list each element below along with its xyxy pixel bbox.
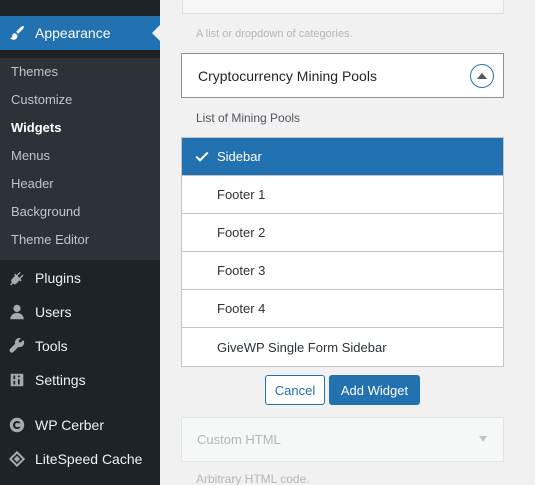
current-menu-arrow: [152, 25, 160, 41]
menu-litespeed-cache-label: LiteSpeed Cache: [35, 451, 143, 467]
submenu-background[interactable]: Background: [11, 204, 80, 219]
collapse-toggle-button[interactable]: [470, 64, 494, 88]
admin-sidebar: Appearance Themes Customize Widgets Menu…: [0, 0, 160, 485]
sidebar-option-label: Footer 2: [217, 225, 266, 240]
menu-wp-cerber[interactable]: WP Cerber: [0, 408, 160, 442]
sidebar-option-label: Sidebar: [217, 149, 262, 164]
cancel-button[interactable]: Cancel: [265, 375, 325, 405]
widget-description: List of Mining Pools: [196, 111, 301, 125]
menu-tools-label: Tools: [35, 338, 68, 354]
menu-appearance[interactable]: Appearance: [0, 16, 160, 50]
submenu-theme-editor[interactable]: Theme Editor: [11, 232, 89, 247]
settings-icon: [7, 370, 27, 390]
widgets-area: A list or dropdown of categories. Crypto…: [160, 0, 535, 485]
faded-widget-above-description: A list or dropdown of categories.: [196, 28, 353, 40]
submenu-widgets[interactable]: Widgets: [11, 120, 61, 135]
chevron-up-icon: [477, 73, 487, 79]
menu-litespeed-cache[interactable]: LiteSpeed Cache: [0, 442, 160, 476]
submenu-header[interactable]: Header: [11, 176, 54, 191]
menu-plugins-label: Plugins: [35, 270, 81, 286]
faded-widget-below-description: Arbitrary HTML code.: [196, 472, 310, 485]
faded-widget-title: Custom HTML: [197, 432, 281, 447]
submenu-menus[interactable]: Menus: [11, 148, 50, 163]
sidebar-option-footer-4[interactable]: Footer 4: [182, 290, 503, 328]
sidebar-option-footer-3[interactable]: Footer 3: [182, 252, 503, 290]
menu-users[interactable]: Users: [0, 295, 160, 329]
faded-widget-above: [182, 0, 504, 14]
sidebar-chooser-list: Sidebar Footer 1 Footer 2 Footer 3 Foote…: [181, 137, 504, 367]
faded-widget-custom-html: Custom HTML: [181, 417, 504, 462]
menu-settings[interactable]: Settings: [0, 363, 160, 397]
menu-appearance-label: Appearance: [35, 25, 111, 41]
chevron-down-icon: [479, 436, 487, 442]
sidebar-option-label: Footer 4: [217, 301, 266, 316]
widget-title: Cryptocurrency Mining Pools: [198, 67, 377, 84]
menu-tools[interactable]: Tools: [0, 329, 160, 363]
sidebar-option-label: Footer 3: [217, 263, 266, 278]
plugin-icon: [7, 268, 27, 288]
sidebar-option-label: Footer 1: [217, 187, 266, 202]
wrench-icon: [7, 336, 27, 356]
menu-plugins[interactable]: Plugins: [0, 261, 160, 295]
user-icon: [7, 302, 27, 322]
sidebar-option-footer-1[interactable]: Footer 1: [182, 176, 503, 214]
menu-settings-label: Settings: [35, 372, 86, 388]
menu-wp-cerber-label: WP Cerber: [35, 417, 104, 433]
appearance-submenu: Themes Customize Widgets Menus Header Ba…: [0, 58, 160, 260]
cerber-icon: [7, 415, 27, 435]
paintbrush-icon: [7, 23, 27, 43]
sidebar-option-label: GiveWP Single Form Sidebar: [217, 339, 387, 355]
submenu-themes[interactable]: Themes: [11, 64, 58, 79]
sidebar-option-givewp[interactable]: GiveWP Single Form Sidebar: [182, 328, 503, 366]
sidebar-option-sidebar[interactable]: Sidebar: [182, 138, 503, 176]
sidebar-option-footer-2[interactable]: Footer 2: [182, 214, 503, 252]
submenu-customize[interactable]: Customize: [11, 92, 72, 107]
add-widget-button[interactable]: Add Widget: [329, 375, 420, 405]
checkmark-icon: [194, 148, 210, 164]
diamond-icon: [7, 449, 27, 469]
expanded-widget-header[interactable]: Cryptocurrency Mining Pools: [181, 53, 504, 98]
menu-users-label: Users: [35, 304, 72, 320]
